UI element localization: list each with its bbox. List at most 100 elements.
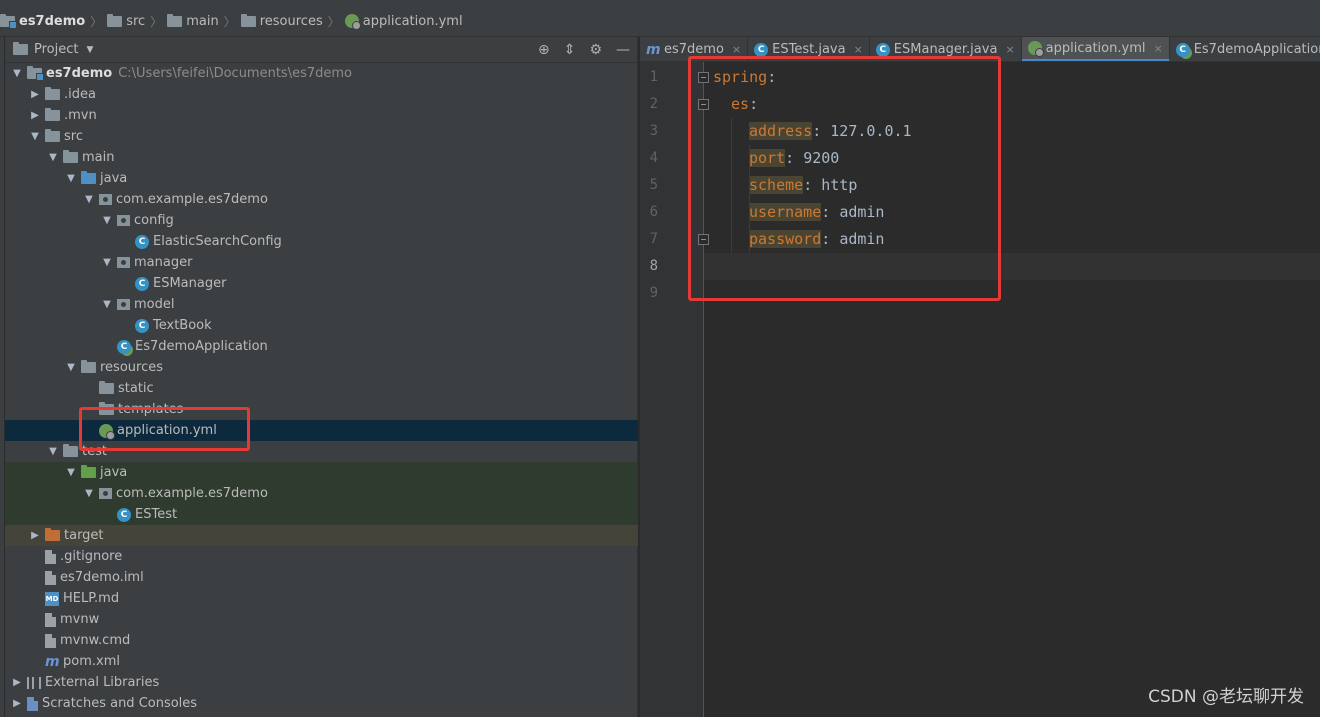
tree-node-label: target bbox=[64, 528, 104, 543]
tree-node[interactable]: ▶ .idea bbox=[5, 84, 638, 105]
tree-node[interactable]: ▼ com.example.es7demo bbox=[5, 189, 638, 210]
tree-node[interactable]: ▶.gitignore bbox=[5, 546, 638, 567]
tree-node[interactable]: ▶MDHELP.md bbox=[5, 588, 638, 609]
tree-node[interactable]: ▶ target bbox=[5, 525, 638, 546]
project-tool-window: Project ▼ ⊕ ⇕ ⚙ — ▼ es7demo C:\Users\feife… bbox=[5, 37, 638, 717]
expand-arrow-icon[interactable]: ▼ bbox=[101, 215, 113, 226]
breadcrumb-label: main bbox=[186, 13, 219, 29]
collapse-arrow-icon[interactable]: ▶ bbox=[29, 110, 41, 121]
breadcrumb-item[interactable]: src bbox=[107, 6, 145, 37]
collapse-all-icon[interactable]: ⇕ bbox=[564, 42, 576, 58]
breadcrumb-label: resources bbox=[259, 13, 323, 29]
tree-node-label: java bbox=[100, 171, 128, 186]
tree-node-label: pom.xml bbox=[63, 654, 120, 669]
tree-node-label: .mvn bbox=[64, 108, 97, 123]
markdown-icon: MD bbox=[45, 591, 59, 606]
tree-node-label: es7demo bbox=[46, 66, 113, 81]
tree-node-label: .gitignore bbox=[60, 549, 123, 564]
expand-arrow-icon[interactable]: ▼ bbox=[29, 131, 41, 142]
tab-label: ESTest.java bbox=[772, 42, 846, 57]
maven-icon: m bbox=[646, 41, 661, 58]
close-icon[interactable]: × bbox=[1005, 43, 1014, 56]
tree-node[interactable]: ▶CEs7demoApplication bbox=[5, 336, 638, 357]
expand-arrow-icon[interactable]: ▼ bbox=[83, 488, 95, 499]
tree-node[interactable]: ▶mpom.xml bbox=[5, 651, 638, 672]
line-number: 3 bbox=[649, 123, 658, 139]
collapse-arrow-icon[interactable]: ▶ bbox=[29, 89, 41, 100]
tab-label: es7demo bbox=[664, 42, 724, 57]
file-icon bbox=[45, 612, 56, 627]
resources-folder-icon bbox=[81, 360, 96, 373]
tree-node-label: resources bbox=[100, 360, 164, 375]
annotation-box-code bbox=[688, 56, 1001, 301]
watermark: CSDN @老坛聊开发 bbox=[1148, 687, 1304, 707]
expand-arrow-icon[interactable]: ▼ bbox=[65, 362, 77, 373]
tree-node[interactable]: ▼ main bbox=[5, 147, 638, 168]
line-number: 5 bbox=[649, 177, 658, 193]
file-icon bbox=[45, 633, 56, 648]
tree-node[interactable]: ▼ src bbox=[5, 126, 638, 147]
expand-arrow-icon[interactable]: ▼ bbox=[101, 299, 113, 310]
tree-node[interactable]: ▶ Scratches and Consoles bbox=[5, 693, 638, 714]
close-icon[interactable]: × bbox=[732, 43, 741, 56]
collapse-arrow-icon[interactable]: ▶ bbox=[11, 698, 23, 709]
project-panel-header: Project ▼ ⊕ ⇕ ⚙ — bbox=[5, 37, 638, 63]
tree-node-label: ElasticSearchConfig bbox=[153, 234, 282, 249]
class-icon: C bbox=[135, 234, 149, 249]
tree-node[interactable]: ▼ model bbox=[5, 294, 638, 315]
tree-node[interactable]: ▼ java bbox=[5, 168, 638, 189]
expand-arrow-icon[interactable]: ▼ bbox=[101, 257, 113, 268]
expand-arrow-icon[interactable]: ▼ bbox=[47, 152, 59, 163]
minimize-icon[interactable]: — bbox=[616, 42, 630, 58]
breadcrumb-item[interactable]: es7demo bbox=[0, 6, 85, 37]
expand-arrow-icon[interactable]: ▼ bbox=[65, 173, 77, 184]
collapse-arrow-icon[interactable]: ▶ bbox=[11, 677, 23, 688]
collapse-arrow-icon[interactable]: ▶ bbox=[29, 530, 41, 541]
line-number: 1 bbox=[649, 69, 658, 85]
expand-arrow-icon[interactable]: ▼ bbox=[11, 68, 23, 79]
project-view-selector[interactable]: Project ▼ bbox=[13, 42, 93, 57]
tree-node[interactable]: ▶CTextBook bbox=[5, 315, 638, 336]
tree-node[interactable]: ▶static bbox=[5, 378, 638, 399]
tree-node-label: Scratches and Consoles bbox=[42, 696, 198, 711]
maven-icon: m bbox=[45, 653, 60, 670]
tree-node[interactable]: ▶ External Libraries bbox=[5, 672, 638, 693]
folder-icon bbox=[45, 108, 60, 121]
breadcrumb-item[interactable]: resources bbox=[240, 6, 323, 37]
tree-node-label: mvnw.cmd bbox=[60, 633, 131, 648]
breadcrumb-item[interactable]: application.yml bbox=[344, 6, 463, 37]
tree-node[interactable]: ▶CESTest bbox=[5, 504, 638, 525]
expand-arrow-icon[interactable]: ▼ bbox=[65, 467, 77, 478]
tree-node[interactable]: ▼ manager bbox=[5, 252, 638, 273]
tree-node[interactable]: ▼ resources bbox=[5, 357, 638, 378]
gear-icon[interactable]: ⚙ bbox=[589, 42, 602, 58]
close-icon[interactable]: × bbox=[1153, 42, 1162, 55]
tab-label: application.yml bbox=[1045, 40, 1146, 56]
expand-arrow-icon[interactable]: ▼ bbox=[47, 446, 59, 457]
tree-node-label: com.example.es7demo bbox=[116, 486, 268, 501]
tree-node[interactable]: ▼ com.example.es7demo bbox=[5, 483, 638, 504]
breadcrumb-separator: 〉 bbox=[150, 14, 163, 29]
editor-tab[interactable]: CEs7demoApplication.java× bbox=[1170, 37, 1320, 61]
tree-node[interactable]: ▼ config bbox=[5, 210, 638, 231]
tree-node[interactable]: ▶mvnw.cmd bbox=[5, 630, 638, 651]
breadcrumb-item[interactable]: main bbox=[167, 6, 219, 37]
project-folder-icon bbox=[13, 42, 28, 55]
close-icon[interactable]: × bbox=[854, 43, 863, 56]
tree-node[interactable]: ▼ java bbox=[5, 462, 638, 483]
locate-file-icon[interactable]: ⊕ bbox=[538, 42, 550, 58]
editor-tab[interactable]: application.yml × bbox=[1021, 37, 1170, 61]
annotation-box-file bbox=[79, 407, 250, 451]
tree-node[interactable]: ▶es7demo.iml bbox=[5, 567, 638, 588]
tree-node-label: es7demo.iml bbox=[60, 570, 144, 585]
expand-arrow-icon[interactable]: ▼ bbox=[83, 194, 95, 205]
line-number: 7 bbox=[649, 231, 658, 247]
tree-node[interactable]: ▶CElasticSearchConfig bbox=[5, 231, 638, 252]
tree-node[interactable]: ▶mvnw bbox=[5, 609, 638, 630]
tree-node[interactable]: ▼ es7demo C:\Users\feifei\Documents\es7dem… bbox=[5, 63, 638, 84]
scratches-icon bbox=[27, 696, 38, 711]
file-icon bbox=[45, 570, 56, 585]
tree-node[interactable]: ▶CESManager bbox=[5, 273, 638, 294]
tree-node[interactable]: ▶ .mvn bbox=[5, 105, 638, 126]
file-icon bbox=[45, 549, 56, 564]
